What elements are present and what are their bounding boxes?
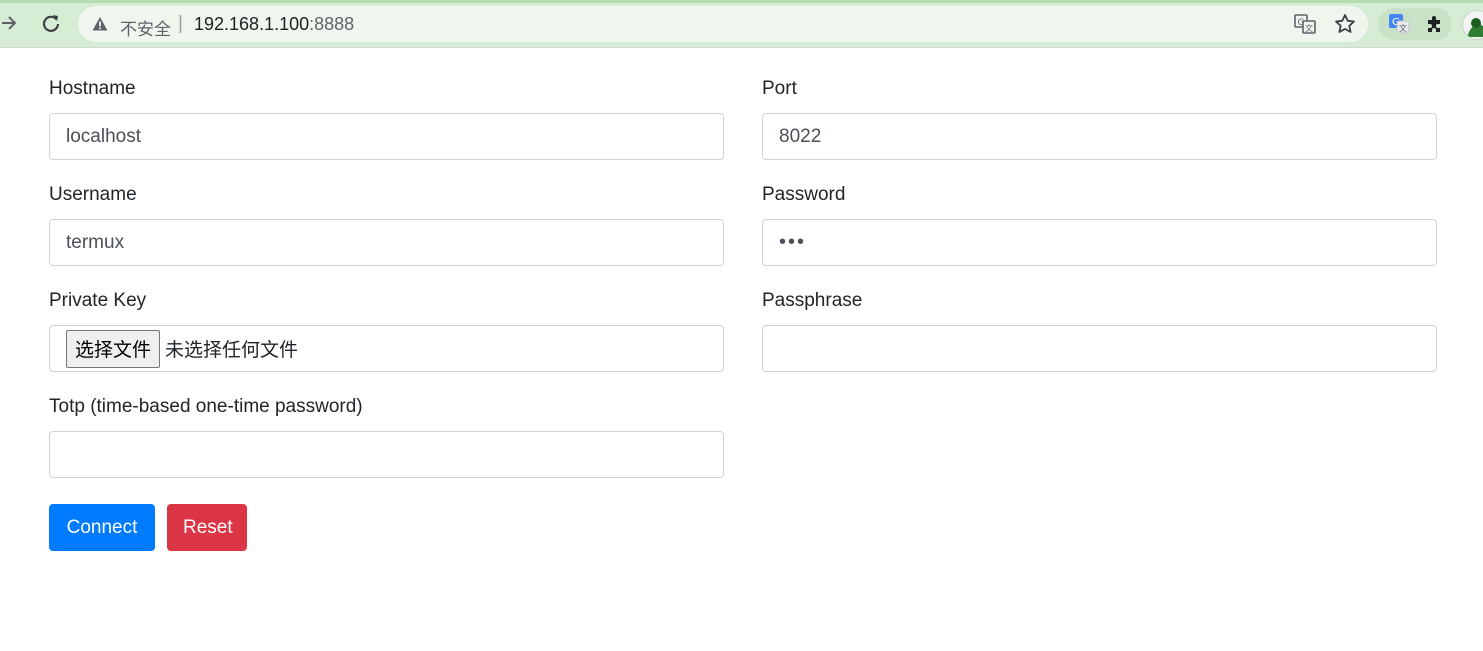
reload-icon[interactable] xyxy=(38,10,64,36)
port-input[interactable] xyxy=(762,113,1437,160)
connect-button[interactable]: Connect xyxy=(49,504,155,551)
totp-label: Totp (time-based one-time password) xyxy=(49,396,363,417)
url-port: :8888 xyxy=(309,14,355,34)
url-text[interactable]: 192.168.1.100:8888 xyxy=(194,14,354,35)
passphrase-label: Passphrase xyxy=(762,290,863,311)
passphrase-input[interactable] xyxy=(762,325,1437,372)
passphrase-group: Passphrase xyxy=(762,260,1437,372)
hostname-group: Hostname xyxy=(49,48,724,160)
reset-button[interactable]: Reset xyxy=(167,504,247,551)
totp-input[interactable] xyxy=(49,431,724,478)
extensions-area: G文 xyxy=(1378,8,1452,40)
hostname-label: Hostname xyxy=(49,78,136,99)
forward-icon[interactable] xyxy=(0,10,22,36)
private-key-file-input[interactable]: 选择文件 未选择任何文件 xyxy=(49,325,724,372)
form-actions: Connect Reset xyxy=(49,504,1437,551)
translate-icon[interactable]: G文 xyxy=(1294,14,1316,39)
choose-file-button[interactable]: 选择文件 xyxy=(66,329,161,368)
password-input[interactable] xyxy=(762,219,1437,266)
address-bar[interactable]: 不安全 | 192.168.1.100:8888 G文 xyxy=(78,6,1368,42)
svg-text:文: 文 xyxy=(1305,23,1313,33)
profile-avatar[interactable] xyxy=(1462,10,1483,40)
username-group: Username xyxy=(49,154,724,266)
totp-group: Totp (time-based one-time password) xyxy=(49,366,724,478)
bookmark-star-icon[interactable] xyxy=(1334,13,1356,40)
username-label: Username xyxy=(49,184,137,205)
tab-strip-edge xyxy=(0,0,1483,3)
hostname-input[interactable] xyxy=(49,113,724,160)
password-label: Password xyxy=(762,184,846,205)
google-translate-extension-icon[interactable]: G文 xyxy=(1388,13,1410,40)
form-row-1: Hostname Port xyxy=(49,48,1437,160)
password-group: Password xyxy=(762,154,1437,266)
security-label[interactable]: 不安全 xyxy=(120,15,171,40)
url-host: 192.168.1.100 xyxy=(194,14,310,34)
svg-text:文: 文 xyxy=(1399,23,1407,33)
private-key-group: Private Key 选择文件 未选择任何文件 xyxy=(49,260,724,372)
form-row-2: Username Password xyxy=(49,154,1437,266)
port-group: Port xyxy=(762,48,1437,160)
warning-icon[interactable] xyxy=(92,16,108,37)
form-row-3: Private Key 选择文件 未选择任何文件 Passphrase xyxy=(49,260,1437,372)
url-separator: | xyxy=(178,13,183,34)
connection-form: Hostname Port Username Password Private … xyxy=(49,48,1437,551)
extensions-puzzle-icon[interactable] xyxy=(1424,13,1446,40)
browser-toolbar: 不安全 | 192.168.1.100:8888 G文 G文 xyxy=(0,0,1483,48)
port-label: Port xyxy=(762,78,797,99)
username-input[interactable] xyxy=(49,219,724,266)
private-key-label: Private Key xyxy=(49,290,147,311)
file-status-text: 未选择任何文件 xyxy=(165,339,299,361)
form-row-4: Totp (time-based one-time password) xyxy=(49,366,1437,478)
